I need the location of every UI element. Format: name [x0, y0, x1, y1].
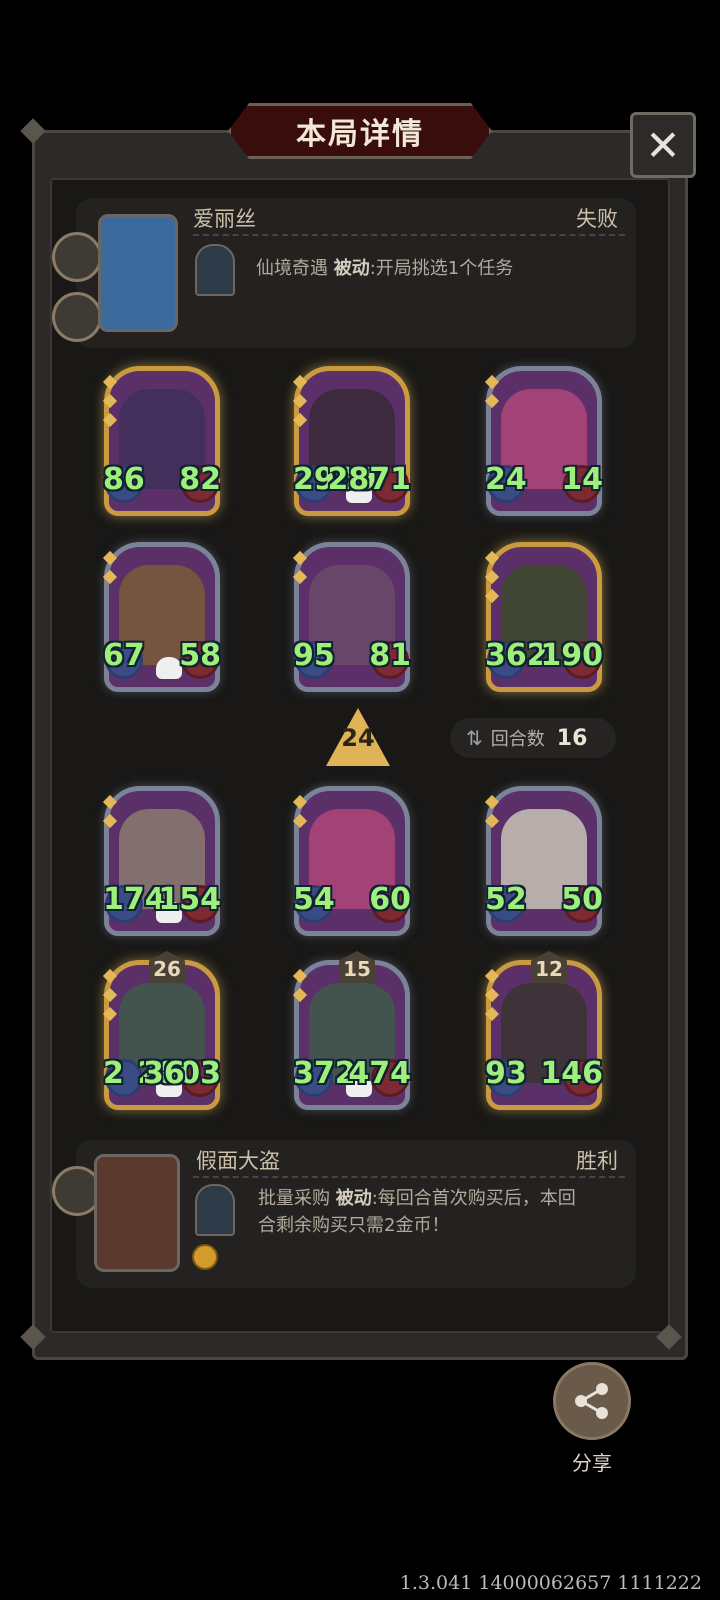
share-icon [575, 1383, 608, 1419]
tier-pips [484, 968, 500, 1028]
health-value: 82 [179, 462, 221, 497]
rounds-value: 16 [556, 725, 588, 751]
attack-value: 93 [485, 1056, 527, 1091]
opponent-skill: 仙境奇遇 被动:开局挑选1个任务 [256, 258, 514, 279]
tier-pips [102, 794, 118, 835]
health-value: 190 [540, 638, 603, 673]
player-skill: 批量采购 被动:每回合首次购买后，本回 合剩余购买只需2金币！ [258, 1188, 576, 1236]
minion-card[interactable]: 2909 2871 [292, 366, 412, 516]
rounds-label: 回合数 [490, 729, 545, 750]
refresh-icon: ⇅ [466, 726, 483, 750]
tier-pips [484, 794, 500, 835]
minion-card[interactable]: 86 82 [102, 366, 221, 516]
tier-pips [292, 550, 308, 591]
health-value: 58 [179, 638, 221, 673]
medal-icon [52, 232, 102, 282]
hero-power-icon[interactable] [195, 244, 235, 296]
rounds-badge: ⇅ 回合数 16 [450, 718, 616, 758]
tier-pips [102, 374, 118, 434]
divider [193, 234, 625, 236]
share-button[interactable] [553, 1362, 631, 1440]
minion-card[interactable]: 2 2803 36 26 [102, 951, 221, 1110]
attack-value: 86 [103, 462, 145, 497]
minion-card[interactable]: 174 154 [102, 786, 221, 936]
page-title: 本局详情 [296, 117, 424, 152]
close-button[interactable]: ✕ [630, 112, 696, 178]
skull-icon [156, 657, 182, 679]
health-value: 154 [158, 882, 221, 917]
attack-value: 2 [103, 1056, 124, 1091]
health-value: 146 [540, 1056, 603, 1091]
tier-pips [102, 968, 118, 1028]
attack-value: 174 [103, 882, 166, 917]
tier-pips [102, 550, 118, 591]
share-label: 分享 [572, 1451, 612, 1475]
tier-pips [484, 550, 500, 610]
player-name: 假面大盗 [196, 1149, 280, 1173]
coin-icon [192, 1244, 218, 1270]
opponent-name: 爱丽丝 [193, 207, 256, 231]
attack-value: 362 [485, 638, 548, 673]
attack-value: 52 [485, 882, 527, 917]
version-text: 1.3.041 14000062657 1111222 [399, 1572, 702, 1594]
tier-pips [292, 374, 308, 434]
attack-value: 67 [103, 638, 145, 673]
medal-icon [52, 292, 102, 342]
minion-card[interactable]: 24 14 [484, 366, 603, 516]
health-value: 81 [369, 638, 411, 673]
divider [193, 1176, 625, 1178]
minion-card[interactable]: 52 50 [484, 786, 603, 936]
attack-value: 372 [293, 1056, 356, 1091]
title-plate: 本局详情 [228, 103, 492, 159]
health-value: 14 [561, 462, 603, 497]
tier-pips [292, 968, 308, 1009]
minion-card[interactable]: 54 60 [292, 786, 411, 936]
health-value: 2871 [327, 462, 412, 497]
tier-pips [292, 794, 308, 835]
attack-value: 54 [293, 882, 335, 917]
health-value: 474 [348, 1056, 411, 1091]
minion-card[interactable]: 67 58 [102, 542, 221, 692]
close-icon: ✕ [645, 120, 681, 170]
attack-value: 95 [293, 638, 335, 673]
tavern-tier-value: 24 [341, 724, 375, 752]
minion-card[interactable]: 93 146 12 [484, 951, 603, 1110]
opponent-avatar[interactable] [98, 214, 178, 332]
tier-pips [484, 374, 500, 415]
player-avatar[interactable] [94, 1154, 180, 1272]
minion-card[interactable]: 95 81 [292, 542, 411, 692]
player-result: 胜利 [576, 1149, 618, 1173]
health-value: 60 [369, 882, 411, 917]
minion-card[interactable]: 362 190 [484, 542, 603, 692]
opponent-result: 失败 [576, 207, 618, 231]
minion-card[interactable]: 372 474 15 [292, 951, 411, 1110]
overlap-value: 36 [143, 1056, 185, 1091]
health-value: 50 [561, 882, 603, 917]
hero-power-icon[interactable] [195, 1184, 235, 1236]
attack-value: 24 [485, 462, 527, 497]
